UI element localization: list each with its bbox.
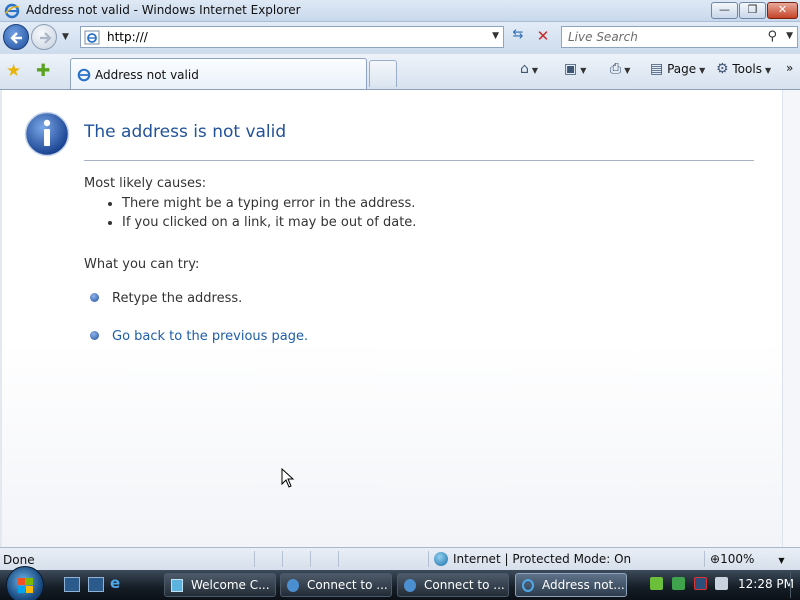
navigation-bar: ▼ http:/// ▼ ⇆ ✕ Live Search ⚲ ▼ bbox=[0, 22, 800, 54]
network-icon bbox=[404, 579, 416, 592]
security-zone[interactable]: Internet | Protected Mode: On bbox=[434, 551, 631, 567]
go-back-link[interactable]: Go back to the previous page. bbox=[90, 329, 308, 344]
home-button[interactable]: ⌂ ▼ bbox=[520, 61, 538, 77]
page-icon: ▤ bbox=[650, 61, 664, 77]
tools-gear-icon: ⚙ bbox=[716, 61, 729, 77]
taskbar: e Welcome C... Connect to ... Connect to… bbox=[0, 566, 800, 600]
page-content: The address is not valid Most likely cau… bbox=[0, 90, 782, 547]
try-label: What you can try: bbox=[84, 257, 200, 272]
network-icon bbox=[287, 579, 299, 592]
search-icon[interactable]: ⚲ bbox=[767, 29, 777, 44]
ie-icon bbox=[77, 68, 91, 82]
print-icon: ⎙ bbox=[610, 61, 622, 77]
minimize-button[interactable]: — bbox=[711, 2, 738, 19]
app-icon bbox=[171, 579, 183, 592]
zoom-icon: ⊕ bbox=[710, 552, 721, 566]
divider bbox=[84, 160, 754, 161]
cause-item: There might be a typing error in the add… bbox=[108, 196, 415, 211]
search-input[interactable]: Live Search bbox=[568, 30, 638, 44]
globe-icon bbox=[434, 551, 448, 566]
tools-menu-label: Tools bbox=[732, 62, 762, 76]
volume-muted-icon[interactable] bbox=[715, 577, 729, 590]
status-bar: Done Internet | Protected Mode: On ⊕100%… bbox=[0, 547, 800, 570]
taskbar-button-address-not-valid[interactable]: Address not... bbox=[515, 573, 627, 597]
favorites-star-icon[interactable]: ★ bbox=[6, 61, 21, 81]
causes-label: Most likely causes: bbox=[84, 176, 207, 191]
more-commands-button[interactable]: » bbox=[786, 61, 793, 75]
start-button[interactable] bbox=[6, 566, 44, 600]
mouse-cursor-icon bbox=[281, 468, 295, 488]
taskbar-button-welcome[interactable]: Welcome C... bbox=[164, 573, 276, 597]
bullet-icon bbox=[90, 293, 99, 302]
windows-flag-icon bbox=[18, 578, 33, 593]
tray-app-icon[interactable] bbox=[671, 577, 685, 590]
new-tab-button[interactable] bbox=[369, 60, 397, 87]
stop-button[interactable]: ✕ bbox=[532, 27, 554, 47]
title-bar: Address not valid - Windows Internet Exp… bbox=[0, 0, 800, 22]
page-menu-label: Page bbox=[667, 62, 697, 76]
tab-address-not-valid[interactable]: Address not valid bbox=[70, 58, 367, 89]
vertical-scrollbar[interactable] bbox=[782, 90, 800, 547]
tab-label: Address not valid bbox=[95, 68, 199, 82]
network-status-icon[interactable] bbox=[693, 577, 707, 590]
show-desktop-icon[interactable] bbox=[64, 577, 80, 592]
add-favorites-icon[interactable]: ✚ bbox=[36, 61, 50, 81]
refresh-button[interactable]: ⇆ bbox=[506, 27, 530, 47]
switch-windows-icon[interactable] bbox=[88, 577, 104, 592]
clock[interactable]: 12:28 PM bbox=[738, 577, 794, 591]
address-dropdown[interactable]: ▼ bbox=[492, 31, 499, 41]
tray-app-icon[interactable] bbox=[650, 577, 663, 590]
stop-icon: ✕ bbox=[536, 27, 550, 45]
retype-address-item: Retype the address. bbox=[90, 291, 242, 306]
taskbar-button-connect-2[interactable]: Connect to ... bbox=[397, 573, 509, 597]
back-button[interactable] bbox=[3, 24, 29, 50]
system-tray bbox=[650, 576, 733, 590]
address-input[interactable]: http:/// bbox=[107, 30, 148, 44]
address-bar[interactable]: http:/// ▼ bbox=[80, 26, 504, 48]
status-text: Done bbox=[3, 553, 35, 567]
search-options-dropdown[interactable]: ▼ bbox=[786, 31, 793, 41]
bullet-icon bbox=[90, 331, 99, 340]
cause-item: If you clicked on a link, it may be out … bbox=[108, 215, 416, 230]
recent-pages-dropdown[interactable]: ▼ bbox=[62, 32, 69, 42]
page-ie-icon bbox=[84, 30, 100, 45]
show-desktop-button[interactable] bbox=[790, 572, 798, 598]
search-box[interactable]: Live Search ⚲ ▼ bbox=[561, 26, 798, 48]
zoom-control[interactable]: ⊕100% ▼ bbox=[710, 552, 785, 566]
ie-icon bbox=[522, 579, 534, 592]
tools-menu[interactable]: ⚙ Tools ▼ bbox=[716, 61, 771, 77]
print-button[interactable]: ⎙ ▼ bbox=[610, 61, 630, 77]
ie-icon bbox=[4, 3, 20, 19]
close-button[interactable]: ✕ bbox=[767, 2, 798, 19]
feeds-button[interactable]: ▣ ▼ bbox=[564, 61, 586, 77]
page-title: The address is not valid bbox=[84, 122, 287, 142]
refresh-icon: ⇆ bbox=[512, 27, 524, 42]
window-title: Address not valid - Windows Internet Exp… bbox=[26, 3, 301, 17]
ie-quicklaunch-icon[interactable]: e bbox=[110, 574, 126, 592]
forward-arrow-icon bbox=[40, 32, 52, 44]
taskbar-button-connect-1[interactable]: Connect to ... bbox=[280, 573, 392, 597]
page-menu[interactable]: ▤ Page ▼ bbox=[650, 61, 705, 77]
back-arrow-icon bbox=[10, 32, 22, 44]
home-icon: ⌂ bbox=[520, 61, 529, 77]
maximize-button[interactable]: ❐ bbox=[739, 2, 766, 19]
forward-button[interactable] bbox=[31, 24, 57, 50]
info-icon bbox=[24, 111, 70, 157]
feeds-icon: ▣ bbox=[564, 61, 578, 77]
tab-bar: ★ ✚ Address not valid ⌂ ▼ ▣ ▼ ⎙ ▼ ▤ Page ▼ ⚙… bbox=[0, 54, 800, 90]
